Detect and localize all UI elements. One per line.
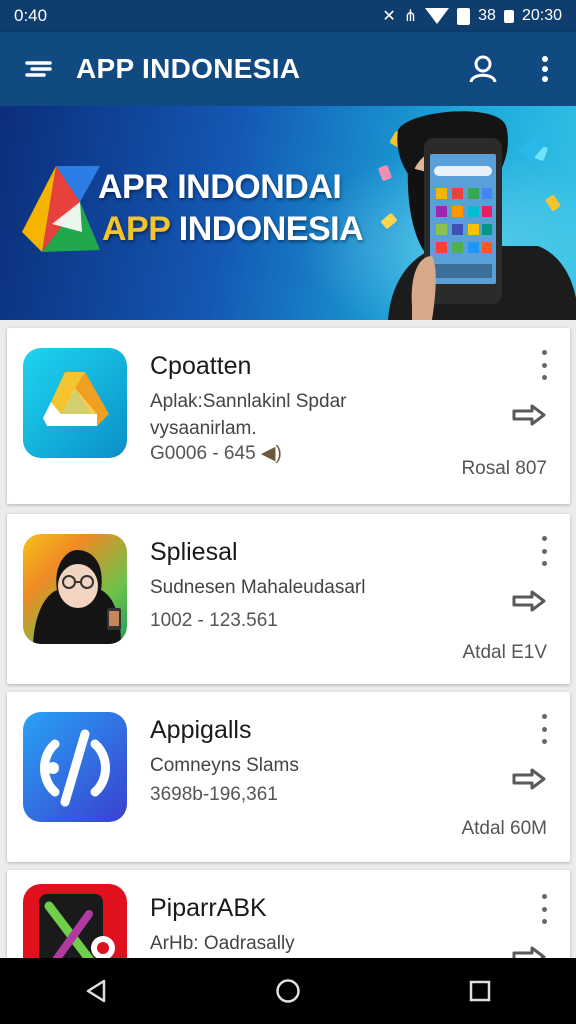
open-arrow-icon[interactable] xyxy=(512,768,546,795)
nfc-icon: ✕ xyxy=(382,8,396,25)
app-meta: Atdal E1V xyxy=(462,642,548,663)
app-description-line: Comneyns Slams xyxy=(150,755,299,776)
battery-text: 38 xyxy=(478,7,496,24)
app-card[interactable]: PiparrABK ArHb: Oadrasally xyxy=(7,870,570,970)
app-meta: Rosal 807 xyxy=(461,458,547,479)
more-vert-icon[interactable] xyxy=(514,32,576,106)
home-icon[interactable] xyxy=(248,958,328,1024)
more-vert-icon[interactable] xyxy=(534,714,554,744)
battery-small-icon xyxy=(503,9,514,23)
battery-icon xyxy=(457,7,471,25)
back-icon[interactable] xyxy=(56,958,136,1024)
status-time-right: 20:30 xyxy=(521,7,562,24)
open-arrow-icon[interactable] xyxy=(512,404,546,431)
app-stat: G0006 - 645 ◀) xyxy=(150,442,282,465)
vibrate-icon: ⋔ xyxy=(403,8,418,25)
more-vert-icon[interactable] xyxy=(534,894,554,924)
app-description: Sudnesen Mahaleudasarl xyxy=(150,574,490,601)
app-description-line: Aplak:Sannlakinl Spdar xyxy=(150,391,347,412)
app-meta: Atdal 60M xyxy=(461,818,547,839)
recents-icon[interactable] xyxy=(440,958,520,1024)
app-description-line: Sudnesen Mahaleudasarl xyxy=(150,577,366,598)
system-nav-bar xyxy=(0,958,576,1024)
app-description: ArHb: Oadrasally xyxy=(150,930,490,957)
app-bar: APP INDONESIA xyxy=(0,32,576,106)
account-icon[interactable] xyxy=(452,32,514,106)
open-arrow-icon[interactable] xyxy=(512,590,546,617)
banner-headline-2: APP INDONESIA xyxy=(102,210,364,249)
app-card[interactable]: Appigalls Comneyns Slams 3698b-196,361 A… xyxy=(7,692,570,862)
more-vert-icon[interactable] xyxy=(534,350,554,380)
app-title: Appigalls xyxy=(150,716,252,744)
status-bar: 0:40 ✕ ⋔ 38 20:30 xyxy=(0,0,576,32)
app-title: PiparrABK xyxy=(150,894,267,922)
app-title: Spliesal xyxy=(150,538,238,566)
more-vert-icon[interactable] xyxy=(534,536,554,566)
app-stat-text: G0006 - 645 xyxy=(150,443,256,464)
banner-headline-2a: APP xyxy=(102,210,170,248)
menu-icon[interactable] xyxy=(0,32,76,106)
banner-headline-2b: INDONESIA xyxy=(178,210,364,248)
app-description: Aplak:Sannlakinl Spdar vysaanirlam. xyxy=(150,388,490,442)
promo-banner[interactable]: APR INDONDAI APP INDONESIA xyxy=(0,106,576,320)
app-title: Cpoatten xyxy=(150,352,252,380)
app-description-line: vysaanirlam. xyxy=(150,418,257,439)
app-card[interactable]: Cpoatten Aplak:Sannlakinl Spdar vysaanir… xyxy=(7,328,570,504)
app-stat: 3698b-196,361 xyxy=(150,784,278,805)
app-title: APP INDONESIA xyxy=(76,53,301,84)
status-time-left: 0:40 xyxy=(14,6,48,25)
sound-icon: ◀) xyxy=(260,443,282,464)
status-icons: ✕ ⋔ 38 20:30 xyxy=(382,6,562,26)
app-stat: 1002 - 123.561 xyxy=(150,610,278,631)
hijab-avatar-icon xyxy=(23,534,127,644)
app-description: Comneyns Slams xyxy=(150,752,490,779)
banner-person-illustration xyxy=(388,106,576,320)
app-indonesia-logo xyxy=(22,162,102,263)
banner-headline-1: APR INDONDAI xyxy=(98,168,342,206)
app-card[interactable]: Spliesal Sudnesen Mahaleudasarl 1002 - 1… xyxy=(7,514,570,684)
wifi-icon xyxy=(425,8,450,24)
slash-circle-icon xyxy=(23,712,127,822)
drive-triangle-icon xyxy=(23,348,127,458)
app-description-line: ArHb: Oadrasally xyxy=(150,933,295,954)
